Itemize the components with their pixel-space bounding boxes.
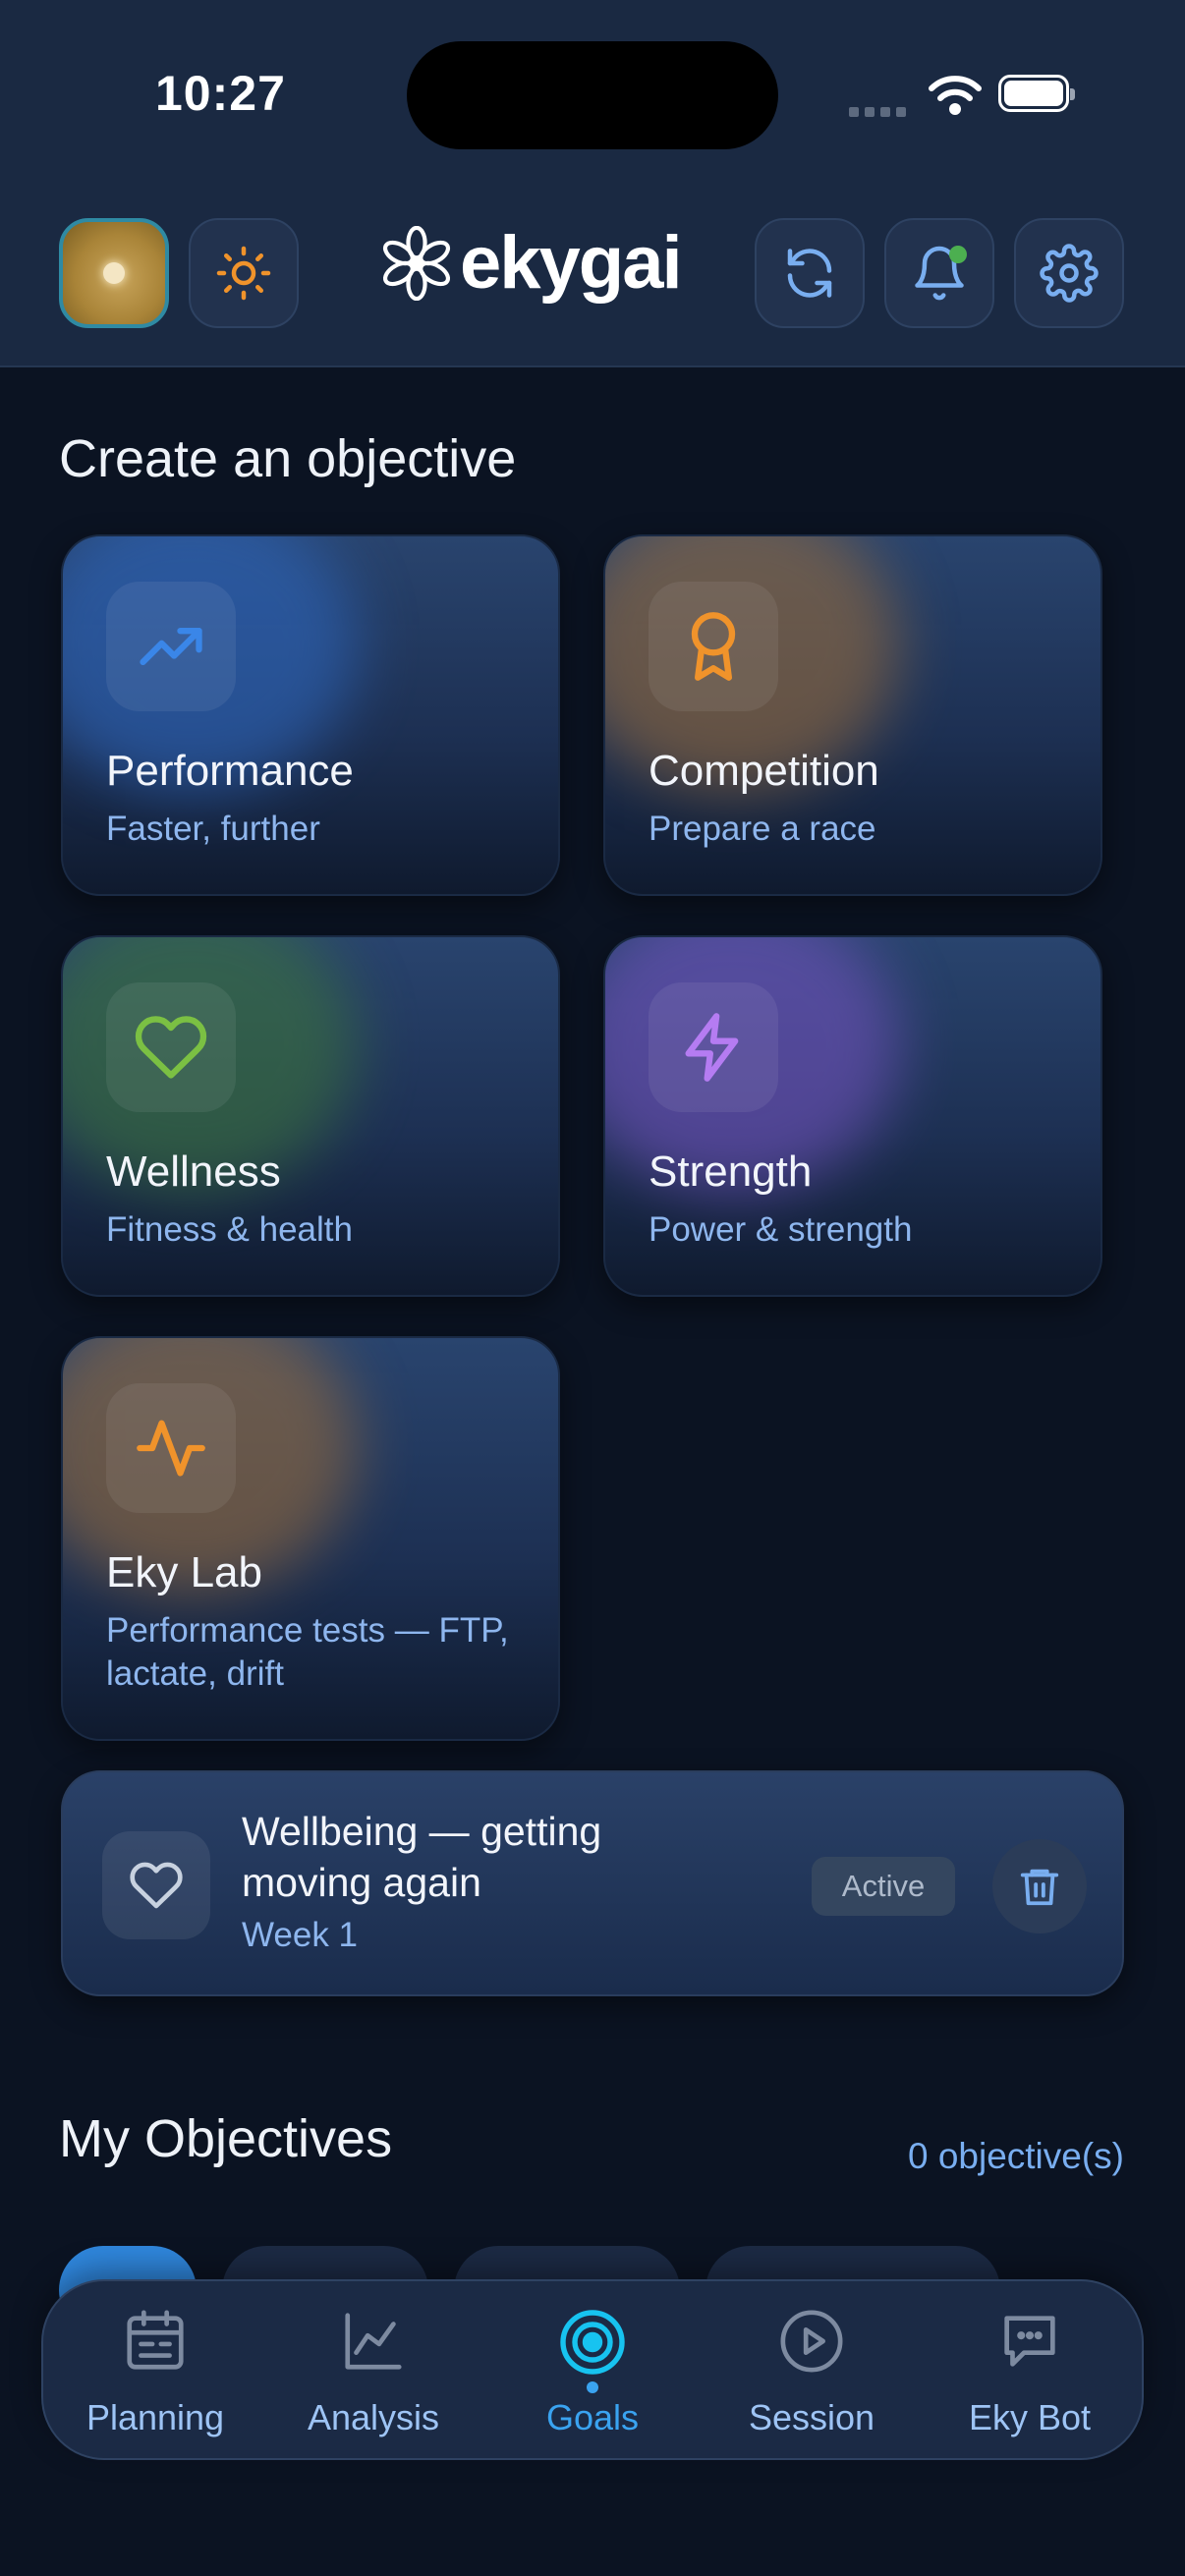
chart-icon <box>345 2313 402 2370</box>
trash-icon <box>1020 1869 1059 1906</box>
target-icon <box>560 2310 625 2375</box>
card-title: Wellness <box>106 1148 281 1196</box>
logo-text: ekygai <box>460 221 683 305</box>
card-icon-bg <box>106 982 236 1112</box>
theme-toggle-button[interactable] <box>189 218 299 328</box>
card-subtitle: Fitness & health <box>106 1210 353 1249</box>
my-objectives-title: My Objectives <box>59 2109 393 2168</box>
refresh-button[interactable] <box>755 218 865 328</box>
nav-item-analysis[interactable]: Analysis <box>275 2281 472 2462</box>
card-icon-bg <box>649 582 778 711</box>
active-objective-week: Week 1 <box>242 1916 359 1954</box>
active-objective-title: Wellbeing — getting moving again <box>242 1809 602 1905</box>
objectives-count: 0 objective(s) <box>907 2136 1124 2176</box>
active-objective-card[interactable]: Wellbeing — getting moving again Week 1 … <box>61 1770 1124 1996</box>
refresh-icon <box>787 249 832 298</box>
status-time: 10:27 <box>155 66 286 121</box>
flower-logo-icon <box>382 226 451 301</box>
notifications-button[interactable] <box>884 218 994 328</box>
chat-icon <box>1004 2316 1055 2367</box>
lightning-icon <box>685 1013 739 1082</box>
nav-label: Analysis <box>307 2397 440 2437</box>
objective-card-eky-lab[interactable]: Eky Lab Performance tests — FTP, lactate… <box>61 1336 560 1741</box>
card-icon-bg <box>106 582 236 711</box>
active-objective-icon-bg <box>102 1831 210 1939</box>
nav-item-goals[interactable]: Goals <box>494 2281 691 2462</box>
wifi-icon <box>929 76 982 115</box>
delete-objective-button[interactable] <box>992 1839 1087 1933</box>
status-badge: Active <box>812 1857 955 1916</box>
card-title: Competition <box>649 747 879 795</box>
bottom-navigation: Planning Analysis Goals Session Eky Bot <box>41 2279 1144 2460</box>
nav-item-planning[interactable]: Planning <box>57 2281 254 2462</box>
card-subtitle: Power & strength <box>649 1210 913 1249</box>
nav-label: Goals <box>545 2397 640 2437</box>
heart-icon <box>130 1862 183 1909</box>
settings-button[interactable] <box>1014 218 1124 328</box>
active-indicator <box>587 2381 598 2393</box>
card-icon-bg <box>106 1383 236 1513</box>
create-section-title: Create an objective <box>59 429 517 488</box>
pulse-icon <box>137 1420 205 1477</box>
card-subtitle: Prepare a race <box>649 810 876 848</box>
notification-dot <box>949 246 967 263</box>
play-icon <box>780 2310 843 2373</box>
avatar[interactable] <box>59 218 169 328</box>
objective-card-wellness[interactable]: Wellness Fitness & health <box>61 935 560 1297</box>
nav-label: Session <box>748 2397 875 2437</box>
medal-icon <box>691 612 736 681</box>
card-title: Performance <box>106 747 354 795</box>
sun-icon <box>216 246 271 301</box>
status-indicators <box>849 69 1085 124</box>
dynamic-island <box>407 41 778 149</box>
card-title: Eky Lab <box>106 1548 262 1596</box>
objective-card-competition[interactable]: Competition Prepare a race <box>603 534 1102 896</box>
heart-icon <box>135 1016 207 1079</box>
signal-icon <box>849 104 912 122</box>
app-logo: ekygai <box>379 221 683 305</box>
card-title: Strength <box>649 1148 813 1196</box>
nav-item-eky-bot[interactable]: Eky Bot <box>931 2281 1128 2462</box>
trending-up-icon <box>140 628 202 665</box>
card-subtitle: Faster, further <box>106 810 320 848</box>
calendar-icon <box>127 2310 184 2370</box>
battery-icon <box>998 75 1075 112</box>
nav-item-session[interactable]: Session <box>713 2281 910 2462</box>
card-subtitle: Performance tests — FTP, lactate, drift <box>106 1611 509 1693</box>
objective-card-strength[interactable]: Strength Power & strength <box>603 935 1102 1297</box>
nav-label: Eky Bot <box>968 2397 1092 2437</box>
gear-icon <box>1040 244 1099 303</box>
nav-label: Planning <box>85 2397 225 2437</box>
card-icon-bg <box>649 982 778 1112</box>
objective-card-performance[interactable]: Performance Faster, further <box>61 534 560 896</box>
